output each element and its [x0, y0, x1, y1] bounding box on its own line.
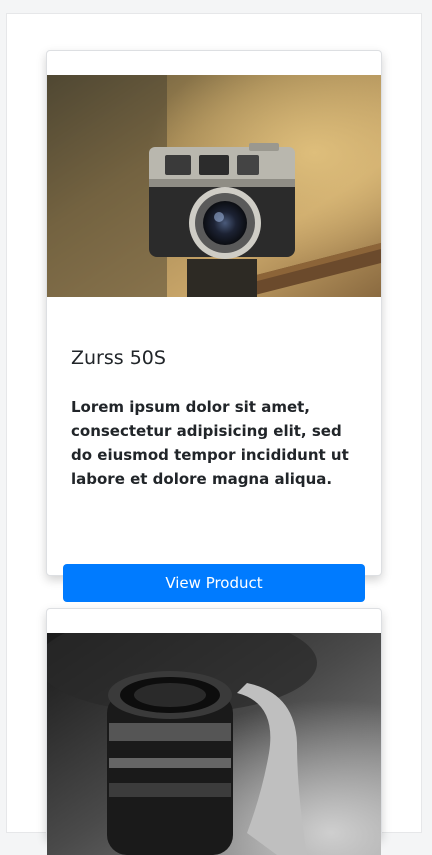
product-description: Lorem ipsum dolor sit amet, consectetur … — [71, 398, 349, 488]
product-image — [47, 633, 381, 855]
view-product-button[interactable]: View Product — [63, 564, 365, 602]
product-card — [46, 608, 382, 855]
product-image — [47, 75, 381, 297]
product-card: Zurss 50S Lorem ipsum dolor sit amet, co… — [46, 50, 382, 602]
product-title: Zurss 50S — [71, 347, 166, 369]
